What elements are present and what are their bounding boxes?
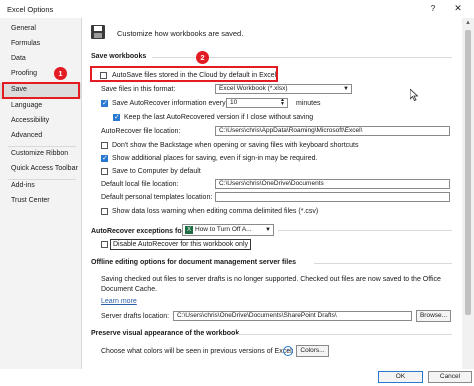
scrollbar-thumb[interactable] xyxy=(465,30,471,315)
file-format-dropdown[interactable]: Excel Workbook (*.xlsx) ▼ xyxy=(215,84,352,94)
save-highlight-box xyxy=(2,82,80,99)
save-workbooks-heading: Save workbooks xyxy=(91,53,147,60)
workbook-dropdown-value: How to Turn Off A... xyxy=(195,226,252,233)
ok-button[interactable]: OK xyxy=(378,371,423,383)
autorecover-label: Save AutoRecover information every xyxy=(112,100,226,107)
sidebar-item-accessibility[interactable]: Accessibility xyxy=(0,114,81,129)
autorecover-minutes-stepper[interactable]: 10 ▲ ▼ xyxy=(226,98,288,108)
data-loss-warning-label: Show data loss warning when editing comm… xyxy=(112,208,319,215)
section-divider xyxy=(278,230,452,231)
server-drafts-label: Server drafts location: xyxy=(101,313,170,320)
server-drafts-input[interactable]: C:\Users\chris\OneDrive\Documents\ShareP… xyxy=(173,311,412,321)
sidebar-item-label: Language xyxy=(11,102,43,109)
close-icon[interactable]: ✕ xyxy=(452,3,464,14)
info-icon[interactable]: i xyxy=(283,346,293,356)
keep-last-version-label: Keep the last AutoRecovered version if I… xyxy=(124,114,314,121)
cancel-button[interactable]: Cancel xyxy=(428,371,472,383)
sidebar-item-label: Accessibility xyxy=(11,117,50,124)
sidebar-item-general[interactable]: General xyxy=(0,22,81,37)
help-icon[interactable]: ? xyxy=(428,4,438,13)
personal-templates-label: Default personal templates location: xyxy=(101,194,213,201)
chevron-down-icon: ▼ xyxy=(265,227,271,233)
autorecover-location-input[interactable]: C:\Users\chris\AppData\Roaming\Microsoft… xyxy=(215,126,450,136)
section-divider xyxy=(236,334,452,335)
vertical-scrollbar[interactable]: ▲ xyxy=(462,18,474,380)
annotation-badge-1: 1 xyxy=(54,67,67,80)
excel-workbook-icon: X xyxy=(185,226,193,234)
sidebar-item-label: Customize Ribbon xyxy=(11,150,69,157)
preserve-appearance-heading: Preserve visual appearance of the workbo… xyxy=(91,330,240,337)
colors-button[interactable]: Colors... xyxy=(296,345,329,357)
colors-description: Choose what colors will be seen in previ… xyxy=(101,348,294,355)
keep-last-version-checkbox[interactable] xyxy=(113,113,120,122)
default-local-location-value: C:\Users\chris\OneDrive\Documents xyxy=(219,180,324,187)
format-label: Save files in this format: xyxy=(101,86,176,93)
sidebar-item-advanced[interactable]: Advanced xyxy=(0,129,81,144)
sidebar-item-label: Add-ins xyxy=(11,182,35,189)
page-header: Customize how workbooks are saved. xyxy=(117,29,244,38)
offline-description-line2: Document Cache. xyxy=(101,286,158,293)
sidebar-item-customize-ribbon[interactable]: Customize Ribbon xyxy=(0,147,81,162)
browse-button[interactable]: Browse... xyxy=(416,310,451,322)
sidebar-item-data[interactable]: Data xyxy=(0,52,81,67)
disable-autorecover-label: Disable AutoRecover for this workbook on… xyxy=(110,239,252,250)
default-local-location-label: Default local file location: xyxy=(101,181,179,188)
chevron-down-icon: ▼ xyxy=(343,86,349,92)
personal-templates-input[interactable] xyxy=(215,192,450,202)
backstage-checkbox[interactable] xyxy=(101,142,108,149)
save-to-computer-label: Save to Computer by default xyxy=(112,168,201,175)
autorecover-exceptions-label: AutoRecover exceptions for: xyxy=(91,228,187,235)
data-loss-warning-checkbox[interactable] xyxy=(101,208,108,215)
sidebar-item-label: Advanced xyxy=(11,132,43,139)
annotation-badge-2: 2 xyxy=(196,51,209,64)
save-options-panel: Customize how workbooks are saved. Save … xyxy=(82,18,462,380)
backstage-label: Don't show the Backstage when opening or… xyxy=(112,142,359,149)
sidebar-item-label: Data xyxy=(11,55,26,62)
offline-description-line1: Saving checked out files to server draft… xyxy=(101,276,441,283)
sidebar-item-label: Trust Center xyxy=(11,197,50,204)
minutes-label: minutes xyxy=(296,100,321,107)
save-to-computer-checkbox[interactable] xyxy=(101,168,108,175)
sidebar-item-label: Proofing xyxy=(11,70,38,77)
window-title: Excel Options xyxy=(7,5,54,14)
additional-places-checkbox[interactable] xyxy=(101,154,108,163)
sidebar-item-add-ins[interactable]: Add-ins xyxy=(0,179,81,194)
sidebar-item-formulas[interactable]: Formulas xyxy=(0,37,81,52)
floppy-disk-icon xyxy=(91,25,105,39)
sidebar-item-label: Quick Access Toolbar xyxy=(11,165,78,172)
autorecover-location-value: C:\Users\chris\AppData\Roaming\Microsoft… xyxy=(219,127,363,134)
title-bar: Excel Options ? ✕ xyxy=(0,0,474,18)
workbook-dropdown[interactable]: X How to Turn Off A... ▼ xyxy=(182,224,274,236)
offline-editing-heading: Offline editing options for document man… xyxy=(91,259,296,266)
file-format-value: Excel Workbook (*.xlsx) xyxy=(219,85,288,92)
sidebar-item-quick-access-toolbar[interactable]: Quick Access Toolbar xyxy=(0,162,81,177)
disable-autorecover-checkbox[interactable] xyxy=(101,241,108,248)
additional-places-label: Show additional places for saving, even … xyxy=(112,155,318,162)
spin-arrows-icon: ▲ ▼ xyxy=(280,98,285,107)
scroll-up-icon[interactable]: ▲ xyxy=(465,20,471,26)
sidebar-item-proofing[interactable]: Proofing xyxy=(0,67,81,82)
options-sidebar: General Formulas Data Proofing Save Lang… xyxy=(0,18,82,380)
default-local-location-input[interactable]: C:\Users\chris\OneDrive\Documents xyxy=(215,179,450,189)
server-drafts-value: C:\Users\chris\OneDrive\Documents\ShareP… xyxy=(177,312,337,319)
sidebar-item-language[interactable]: Language xyxy=(0,99,81,114)
sidebar-item-label: Formulas xyxy=(11,40,41,47)
autorecover-location-label: AutoRecover file location: xyxy=(101,128,181,135)
autosave-highlight-box xyxy=(90,66,278,82)
dialog-footer: OK Cancel xyxy=(0,369,474,386)
sidebar-item-label: General xyxy=(11,25,36,32)
cursor-icon xyxy=(410,89,418,101)
sidebar-item-trust-center[interactable]: Trust Center xyxy=(0,194,81,209)
autorecover-minutes-value: 10 xyxy=(230,99,238,106)
learn-more-link[interactable]: Learn more xyxy=(101,298,137,305)
autorecover-checkbox[interactable] xyxy=(101,99,108,108)
section-divider xyxy=(314,263,452,264)
